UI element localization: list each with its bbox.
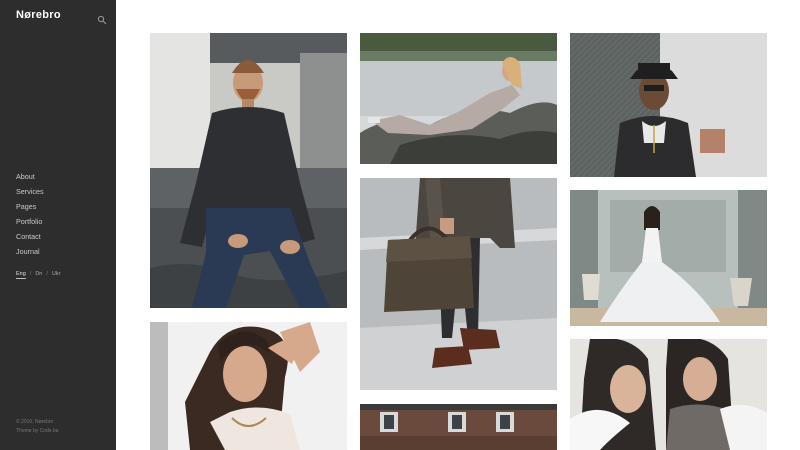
nav-item-about[interactable]: About [16, 169, 44, 184]
language-eng[interactable]: Eng [16, 271, 26, 279]
gallery-tile-two-women[interactable] [570, 339, 767, 450]
gallery-tile-woman-portrait[interactable] [150, 322, 347, 450]
photo-woman-on-rocks [360, 33, 557, 164]
gallery-tile-bearded-man[interactable] [150, 33, 347, 308]
main-nav: About Services Pages Portfolio Contact J… [16, 169, 44, 259]
photo-bearded-man [150, 33, 347, 308]
photo-building [360, 404, 557, 450]
copyright-text: © 2016, Nørebro [16, 419, 54, 425]
gallery-tile-briefcase[interactable] [360, 178, 557, 390]
gallery-tile-woman-on-rocks[interactable] [360, 33, 557, 164]
language-dn[interactable]: Dn [35, 271, 42, 277]
photo-bride [570, 190, 767, 326]
nav-item-journal[interactable]: Journal [16, 244, 44, 259]
photo-woman-portrait [150, 322, 347, 450]
site-logo[interactable]: Nørebro [16, 9, 61, 21]
sidebar: Nørebro About Services Pages Portfolio C… [0, 0, 116, 450]
gallery-tile-building[interactable] [360, 404, 557, 450]
language-separator: / [46, 271, 48, 277]
sidebar-footer: © 2016, Nørebro Theme by Code.ba [16, 418, 59, 436]
photo-man-in-hat [570, 33, 767, 177]
language-ukr[interactable]: Ukr [52, 271, 61, 277]
nav-item-services[interactable]: Services [16, 184, 44, 199]
theme-credit: Theme by Code.ba [16, 428, 59, 434]
gallery-tile-man-in-hat[interactable] [570, 33, 767, 177]
gallery-tile-bride[interactable] [570, 190, 767, 326]
photo-two-women [570, 339, 767, 450]
search-button[interactable] [97, 12, 107, 25]
photo-briefcase [360, 178, 557, 390]
search-icon [97, 15, 107, 25]
language-switcher: Eng / Dn / Ukr [16, 271, 60, 279]
nav-item-portfolio[interactable]: Portfolio [16, 214, 44, 229]
language-separator: / [29, 271, 32, 277]
nav-item-contact[interactable]: Contact [16, 229, 44, 244]
nav-item-pages[interactable]: Pages [16, 199, 44, 214]
